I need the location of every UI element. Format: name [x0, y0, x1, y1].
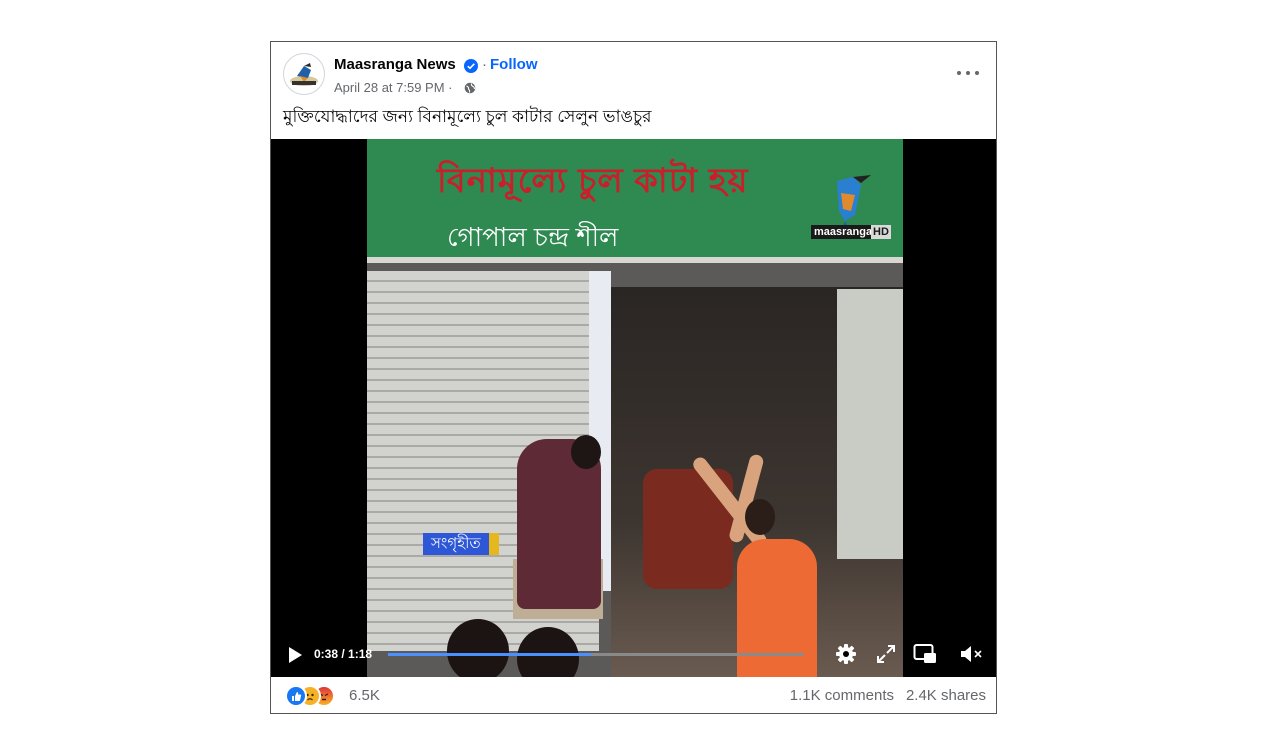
- kingfisher-logo-icon: [285, 55, 323, 93]
- person-head: [571, 435, 601, 469]
- post-header: Maasranga News · Follow April 28 at 7:59…: [271, 42, 996, 139]
- gear-icon[interactable]: [835, 643, 857, 665]
- post-timestamp[interactable]: April 28 at 7:59 PM ·: [334, 80, 453, 95]
- post-caption: মুক্তিযোদ্ধাদের জন্য বিনামূল্যে চুল কাটা…: [283, 107, 652, 126]
- shares-count[interactable]: 2.4K shares: [906, 687, 986, 704]
- reaction-count[interactable]: 6.5K: [349, 687, 380, 704]
- sign-text-main: বিনামূল্যে চুল কাটা হয়: [437, 162, 749, 200]
- shop-wall: [837, 289, 903, 559]
- globe-icon: [464, 82, 476, 94]
- like-reaction-icon: [285, 685, 307, 707]
- comments-count[interactable]: 1.1K comments: [790, 687, 894, 704]
- page-name[interactable]: Maasranga News: [334, 56, 456, 73]
- engagement-bar: 6.5K 1.1K comments 2.4K shares: [271, 677, 996, 713]
- verified-badge-icon: [464, 59, 478, 73]
- follow-button[interactable]: Follow: [490, 56, 538, 73]
- sign-text-name: গোপাল চন্দ্র শীল: [447, 222, 619, 252]
- pip-icon[interactable]: [913, 643, 937, 665]
- play-icon[interactable]: [287, 646, 303, 664]
- video-controls: 0:38 / 1:18: [271, 637, 996, 677]
- video-frame: বিনামূল্যে চুল কাটা হয় গোপাল চন্দ্র শীল…: [367, 139, 903, 677]
- progress-bar-fill: [388, 653, 591, 656]
- post-card: Maasranga News · Follow April 28 at 7:59…: [270, 41, 997, 714]
- header-separator: ·: [482, 56, 487, 73]
- expand-icon[interactable]: [877, 645, 895, 663]
- mute-icon[interactable]: [959, 643, 985, 665]
- watermark-hd: HD: [871, 225, 891, 239]
- page-avatar[interactable]: [283, 53, 325, 95]
- progress-bar[interactable]: [388, 653, 804, 656]
- sign-beam: [367, 257, 903, 263]
- more-options-icon[interactable]: [957, 67, 979, 79]
- watermark-text: maasranga: [811, 225, 876, 239]
- collected-footage-label: সংগৃহীত: [423, 533, 499, 555]
- video-player[interactable]: বিনামূল্যে চুল কাটা হয় গোপাল চন্দ্র শীল…: [271, 139, 996, 677]
- time-display: 0:38 / 1:18: [314, 647, 373, 661]
- reaction-icons[interactable]: [285, 685, 347, 707]
- boy-head: [745, 499, 775, 535]
